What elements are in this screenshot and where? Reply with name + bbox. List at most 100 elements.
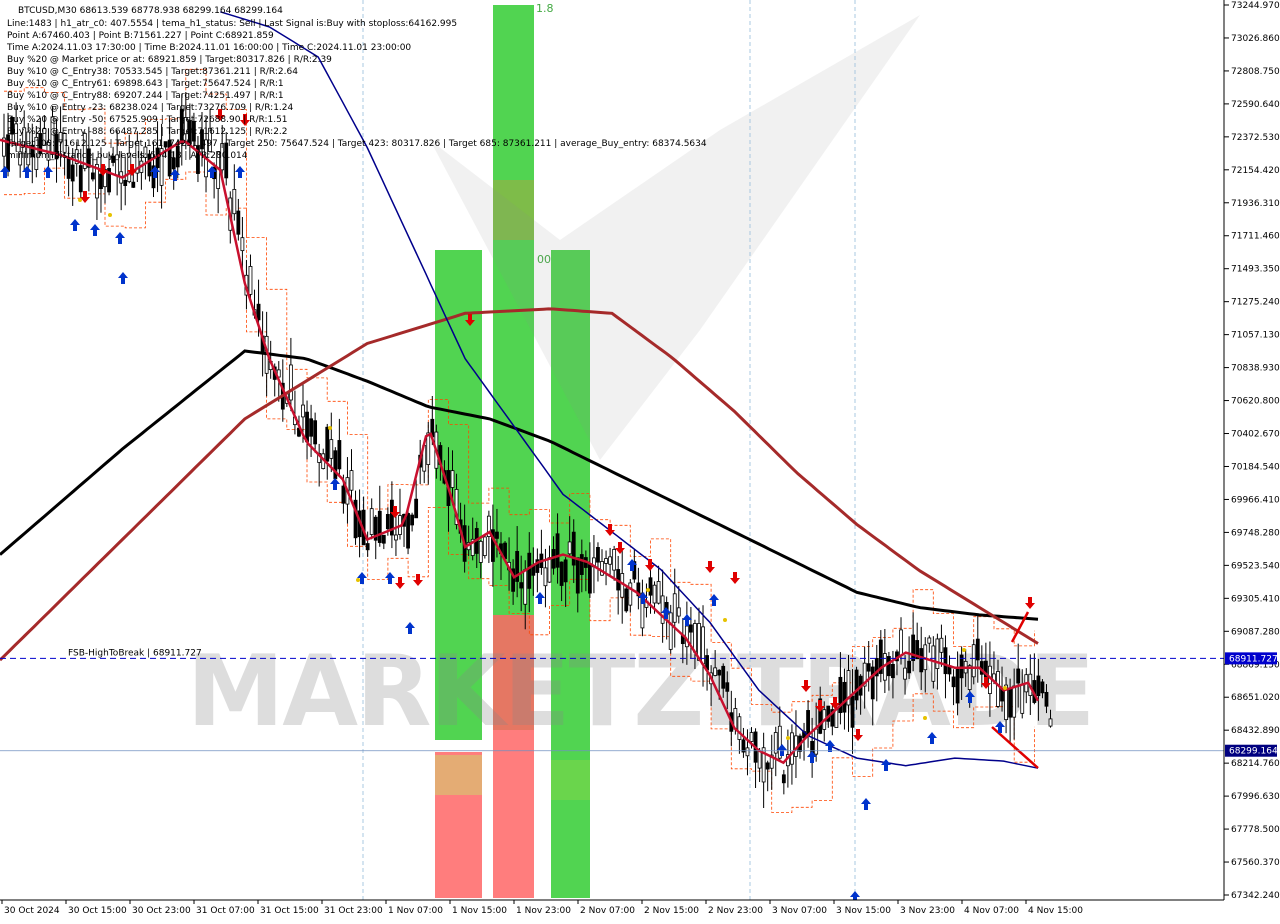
price-tick-label: 68432.890 [1231, 726, 1280, 736]
candle-body [288, 364, 293, 401]
candle-body [543, 567, 548, 587]
info-line: Line:1483 | h1_atr_c0: 407.5554 | tema_h… [7, 19, 457, 29]
candle-body [365, 543, 370, 551]
candle-body [737, 716, 742, 740]
candle-body [806, 710, 810, 737]
info-line: Buy %10 @ Entry -23: 68238.024 | Target:… [7, 103, 294, 113]
price-tick-label: 69748.280 [1231, 528, 1280, 538]
signal-dot [356, 578, 360, 582]
candle-body [935, 638, 940, 669]
candle-body [899, 629, 903, 656]
candle-body [240, 237, 245, 252]
candle-body [842, 681, 847, 713]
candle-body [236, 210, 241, 235]
candle-body [1016, 668, 1021, 684]
candle-body [939, 637, 944, 653]
candle-body [519, 582, 524, 589]
candle-body [612, 549, 617, 571]
candle-body [660, 595, 665, 624]
candle-body [927, 637, 932, 644]
candle-body [313, 420, 318, 445]
candle-body [911, 634, 916, 662]
price-tick-label: 73244.970 [1231, 1, 1280, 11]
candle-body [70, 164, 75, 182]
candle-body [967, 665, 972, 690]
time-tick-label: 4 Nov 07:00 [964, 906, 1019, 916]
candle-body [604, 558, 608, 564]
candle-body [123, 179, 128, 187]
candle-body [1020, 684, 1025, 714]
candle-body [523, 569, 528, 605]
candle-body [555, 533, 560, 568]
candle-body [850, 695, 855, 728]
candle-body [1012, 685, 1017, 718]
candle-body [559, 561, 564, 586]
time-tick-label: 2 Nov 07:00 [580, 906, 635, 916]
price-tick-label: 71936.310 [1231, 199, 1280, 209]
info-line: Buy %20 @ Entry -88: 66487.285 | Target:… [7, 127, 288, 137]
candle-body [309, 418, 313, 437]
price-tick-label: 69305.410 [1231, 594, 1280, 604]
candle-body [90, 172, 95, 180]
candle-body [717, 669, 722, 676]
time-tick-label: 1 Nov 07:00 [388, 906, 443, 916]
candle-body [563, 559, 568, 583]
candle-body [971, 644, 976, 678]
candle-body [975, 638, 980, 661]
candle-body [741, 739, 746, 753]
candle-body [527, 552, 532, 589]
candle-body [349, 470, 354, 491]
candle-body [333, 450, 338, 480]
signal-dot [1003, 686, 1007, 690]
candle-body [426, 432, 431, 465]
candle-body [886, 656, 891, 677]
zone-shade [551, 760, 590, 800]
candle-body [301, 404, 305, 418]
price-tick-label: 67342.240 [1231, 891, 1280, 901]
candle-body [495, 531, 499, 539]
candle-body [450, 470, 455, 488]
candle-body [587, 564, 592, 594]
fsb-price-tag-text: 68911.727 [1229, 654, 1278, 664]
signal-dot [723, 618, 727, 622]
signal-dot [646, 588, 650, 592]
signal-dot [78, 198, 82, 202]
candle-body [870, 666, 875, 700]
candle-body [757, 750, 762, 769]
candle-body [781, 774, 786, 784]
candle-body [721, 665, 726, 689]
candle-body [773, 732, 778, 754]
price-tick-label: 73026.860 [1231, 34, 1280, 44]
price-tick-label: 68651.020 [1231, 693, 1280, 703]
candle-body [672, 593, 677, 623]
info-line: Buy %20 @ Market price or at: 68921.859 … [7, 55, 332, 65]
price-tick-label: 71275.240 [1231, 298, 1280, 308]
candle-body [765, 762, 770, 770]
info-line: Buy %20 @ Entry -50: 67525.909 | Target:… [7, 115, 288, 125]
time-tick-label: 31 Oct 15:00 [260, 906, 319, 916]
price-tick-label: 69087.280 [1231, 627, 1280, 637]
candle-body [951, 676, 956, 688]
candle-body [919, 648, 924, 673]
signal-dot [962, 648, 966, 652]
candle-body [1044, 691, 1049, 707]
time-axis: 30 Oct 2024 30 Oct 15:00 30 Oct 23:00 31 Oc… [0, 899, 1280, 920]
candle-body [866, 663, 871, 672]
candle-body [676, 607, 681, 617]
candle-body [1048, 718, 1053, 727]
price-tick-label: 68214.760 [1231, 759, 1280, 769]
candle-body [907, 660, 911, 674]
info-line: Point A:67460.403 | Point B:71561.227 | … [7, 31, 274, 41]
candle-body [624, 588, 629, 612]
candle-body [790, 732, 794, 765]
current-price-tag-text: 68299.164 [1229, 747, 1278, 757]
price-tick-label: 69966.410 [1231, 495, 1280, 505]
time-tick-label: 2 Nov 15:00 [644, 906, 699, 916]
price-tick-label: 70838.930 [1231, 364, 1280, 374]
candle-body [377, 510, 382, 543]
candle-body [903, 667, 907, 680]
candle-body [248, 266, 253, 295]
candle-body [337, 440, 342, 470]
candle-body [567, 541, 572, 555]
time-tick-label: 31 Oct 07:00 [196, 906, 255, 916]
